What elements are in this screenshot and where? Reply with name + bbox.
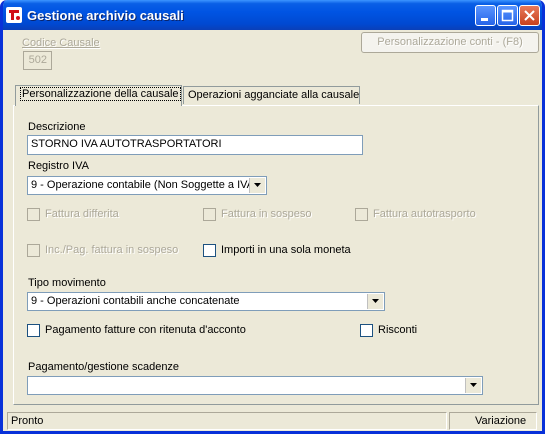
minimize-button[interactable] bbox=[475, 5, 496, 26]
app-window: Gestione archivio causali Codice Causale… bbox=[0, 0, 545, 434]
tipo-movimento-select[interactable]: 9 - Operazioni contabili anche concatena… bbox=[27, 292, 385, 311]
pagamento-scadenze-label: Pagamento/gestione scadenze bbox=[28, 361, 180, 373]
pagamento-ritenuta-label: Pagamento fatture con ritenuta d'acconto bbox=[45, 324, 246, 336]
code-label: Codice Causale bbox=[22, 37, 100, 49]
pagamento-scadenze-select[interactable] bbox=[27, 376, 483, 395]
tipo-movimento-label: Tipo movimento bbox=[28, 277, 106, 289]
tab-label: Personalizzazione della causale bbox=[20, 87, 181, 101]
risconti-checkbox[interactable] bbox=[360, 324, 373, 337]
status-mode: Variazione bbox=[449, 412, 537, 430]
fattura-sospeso-label: Fattura in sospeso bbox=[221, 208, 312, 220]
code-field: 502 bbox=[23, 51, 52, 70]
importi-label: Importi in una sola moneta bbox=[221, 244, 351, 256]
minimize-icon bbox=[481, 18, 488, 21]
tipo-movimento-value: 9 - Operazioni contabili anche concatena… bbox=[31, 295, 240, 307]
tab-personalizzazione[interactable]: Personalizzazione della causale bbox=[15, 85, 182, 106]
descrizione-input[interactable]: STORNO IVA AUTOTRASPORTATORI bbox=[27, 135, 363, 155]
fattura-sospeso-checkbox[interactable] bbox=[203, 208, 216, 221]
maximize-icon bbox=[501, 9, 514, 22]
risconti-label: Risconti bbox=[378, 324, 418, 336]
importi-checkbox[interactable] bbox=[203, 244, 216, 257]
fattura-autotrasporto-label: Fattura autotrasporto bbox=[373, 208, 476, 220]
chevron-down-icon[interactable] bbox=[465, 378, 481, 393]
status-bar: Pronto Variazione bbox=[3, 411, 542, 431]
inc-pag-checkbox[interactable] bbox=[27, 244, 40, 257]
registro-value: 9 - Operazione contabile (Non Soggette a… bbox=[31, 179, 258, 191]
pagamento-ritenuta-checkbox[interactable] bbox=[27, 324, 40, 337]
app-logo-icon bbox=[6, 7, 22, 23]
chevron-down-icon[interactable] bbox=[367, 294, 383, 309]
title-bar[interactable]: Gestione archivio causali bbox=[3, 0, 542, 30]
accounts-button[interactable]: Personalizzazione conti - (F8) bbox=[361, 32, 539, 53]
chevron-down-icon[interactable] bbox=[249, 178, 265, 193]
tab-label: Operazioni agganciate alla causale bbox=[188, 89, 360, 101]
tab-operazioni[interactable]: Operazioni agganciate alla causale bbox=[183, 86, 360, 104]
window-content: Codice Causale 502 Personalizzazione con… bbox=[3, 27, 542, 431]
fattura-differita-label: Fattura differita bbox=[45, 208, 119, 220]
registro-select[interactable]: 9 - Operazione contabile (Non Soggette a… bbox=[27, 176, 267, 195]
inc-pag-label: Inc./Pag. fattura in sospeso bbox=[45, 244, 179, 256]
fattura-autotrasporto-checkbox[interactable] bbox=[355, 208, 368, 221]
close-icon bbox=[524, 10, 535, 21]
maximize-button[interactable] bbox=[497, 5, 518, 26]
status-text: Pronto bbox=[7, 412, 447, 430]
fattura-differita-checkbox[interactable] bbox=[27, 208, 40, 221]
close-button[interactable] bbox=[519, 5, 540, 26]
registro-label: Registro IVA bbox=[28, 160, 89, 172]
window-title: Gestione archivio causali bbox=[27, 8, 184, 23]
descrizione-label: Descrizione bbox=[28, 121, 86, 133]
